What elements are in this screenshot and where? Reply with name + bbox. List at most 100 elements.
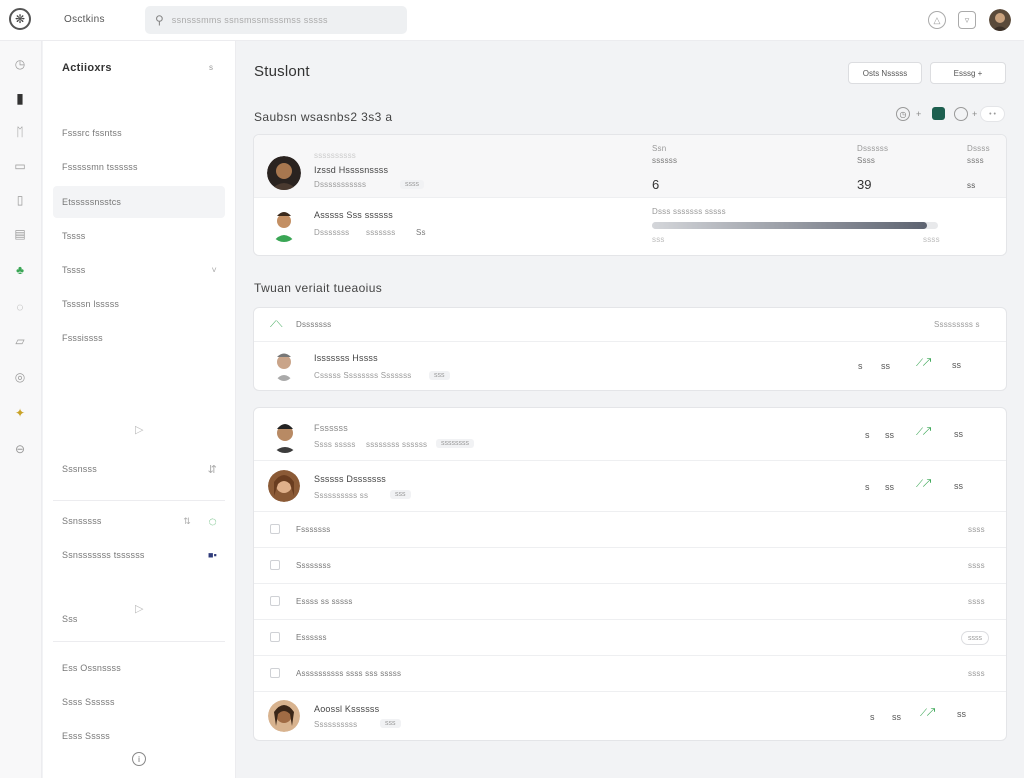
row-col-a: s <box>858 361 863 371</box>
row-checkbox[interactable] <box>270 668 280 678</box>
mail-icon[interactable]: ▿ <box>958 11 976 29</box>
side-item-label: Tssss <box>62 231 86 241</box>
row-right-pill[interactable]: ssss <box>961 631 989 645</box>
row-checkbox[interactable] <box>270 596 280 606</box>
side-item[interactable]: Tssssn lsssss <box>53 288 225 320</box>
page-title: Stuslont <box>254 63 310 80</box>
side-item[interactable]: Sssnsss ⇵ <box>53 453 225 485</box>
side-item[interactable]: Tssss <box>53 220 225 252</box>
side-item[interactable]: Ess Ossnssss <box>53 652 225 684</box>
user-avatar[interactable] <box>989 9 1011 31</box>
side-item-label: Etsssssnsstcs <box>62 197 122 207</box>
more-icon[interactable]: • • <box>980 106 1005 122</box>
side-item[interactable]: Esss Sssss <box>53 720 225 752</box>
row-chip-2: ssssssss <box>436 439 474 448</box>
calendar-icon[interactable]: ▤ <box>11 225 29 243</box>
row-name[interactable]: Fssssss <box>314 423 348 433</box>
gauge-icon[interactable]: ◎ <box>11 368 29 386</box>
row-col-c[interactable]: ss <box>957 709 966 719</box>
row-col-b: ss <box>885 430 894 440</box>
row-meta: Csssss Ssssssss Sssssss <box>314 371 412 380</box>
row-col-c[interactable]: ss <box>954 481 963 491</box>
grid-view-icon[interactable] <box>932 107 945 120</box>
progress-label: Dsss sssssss sssss <box>652 207 726 216</box>
avatar <box>268 470 300 502</box>
people-list-card: Fssssss Ssss sssss ssssssss ssssss sssss… <box>253 407 1007 741</box>
avatar <box>270 419 300 453</box>
row-checkbox[interactable] <box>270 524 280 534</box>
row-meta: Ssss sssss <box>314 440 356 449</box>
list-header-label: Dsssssss <box>296 320 332 329</box>
lock-icon[interactable]: ⊖ <box>11 440 29 458</box>
side-item[interactable]: Sss <box>53 603 225 635</box>
primary-button[interactable]: Esssg + <box>930 62 1006 84</box>
side-item-active[interactable]: Etsssssnsstcs <box>53 186 225 218</box>
side-item-label: Fsssissss <box>62 333 103 343</box>
stat-value: 6 <box>652 177 660 192</box>
row-checkbox[interactable] <box>270 560 280 570</box>
clock-icon[interactable]: ◷ <box>896 107 910 121</box>
progress-right: ssss <box>923 235 940 244</box>
row-checkbox[interactable] <box>270 632 280 642</box>
row-col-a: s <box>865 430 870 440</box>
side-item[interactable]: Ssnsssssss tssssss ■▪ <box>53 539 225 571</box>
users-icon[interactable]: ᛖ <box>11 123 29 141</box>
tag-icon[interactable]: ◌ <box>11 298 29 316</box>
star-icon[interactable]: ✦ <box>11 404 29 422</box>
stat-value: ss <box>967 181 976 190</box>
cursor-icon: ▷ <box>135 424 144 436</box>
bookmark-icon[interactable]: ▮ <box>11 89 29 107</box>
avatar <box>267 156 301 190</box>
chat-icon[interactable]: ▱ <box>11 332 29 350</box>
secondary-button[interactable]: Osts Nsssss <box>848 62 922 84</box>
person-chip: ssss <box>400 180 424 189</box>
side-item[interactable]: Fsssssmn tssssss <box>53 151 225 183</box>
stat-sub: ssssss <box>652 156 678 165</box>
row-col-a: s <box>870 712 875 722</box>
progress-left: sss <box>652 235 665 244</box>
row-name[interactable]: Aoossl Kssssss <box>314 704 379 714</box>
row-name[interactable]: Isssssss Hssss <box>314 353 378 363</box>
add-icon[interactable]: + <box>916 109 921 119</box>
info-icon[interactable]: i <box>132 752 146 766</box>
search-input[interactable]: ⚲ ssnsssmms ssnsmssmsssmss sssss <box>145 6 407 34</box>
info-circle-icon[interactable] <box>954 107 968 121</box>
person-chip: sssssss <box>366 228 396 237</box>
row-right: ssss <box>968 597 985 606</box>
history-icon[interactable]: ◷ <box>11 55 29 73</box>
chevron-down-icon: ˅ <box>211 265 217 275</box>
row-col-b: ss <box>881 361 890 371</box>
sparkline-icon: ⟋↗ <box>916 479 931 490</box>
icon-rail: ◷ ▮ ᛖ ▭ ▯ ▤ ♣ ◌ ▱ ◎ ✦ ⊖ <box>0 41 42 778</box>
person-top: ssssssssss <box>314 151 356 160</box>
folder-icon[interactable]: ▭ <box>11 157 29 175</box>
network-icon[interactable]: ♣ <box>11 261 29 279</box>
list-header-right[interactable]: Sssssssss s <box>934 320 980 329</box>
side-item[interactable]: Fsssrc fssntss <box>53 117 225 149</box>
person-name[interactable]: Asssss Sss ssssss <box>314 210 393 220</box>
side-item-label: Ess Ossnssss <box>62 663 121 673</box>
side-item-label: Tssss <box>62 265 86 275</box>
side-item[interactable]: Tssss ˅ <box>53 254 225 286</box>
app-logo-icon[interactable]: ❋ <box>9 8 31 30</box>
add-icon[interactable]: + <box>972 109 977 119</box>
bell-icon[interactable]: △ <box>928 11 946 29</box>
summary-card: ssssssssss Izssd Hssssnssss Dsssssssssss… <box>253 134 1007 256</box>
sparkline-icon: ⟋↗ <box>920 708 935 719</box>
person-name[interactable]: Izssd Hssssnssss <box>314 165 388 175</box>
side-panel-menu[interactable]: s <box>209 63 213 72</box>
document-icon[interactable]: ▯ <box>11 191 29 209</box>
side-item[interactable]: Ssnsssss ⇅ ◌ <box>53 505 225 537</box>
row-col-c[interactable]: ss <box>952 360 961 370</box>
row-col-b: ss <box>892 712 901 722</box>
side-panel: Actiioxrs s Fsssrc fssntss Fsssssmn tsss… <box>43 41 236 778</box>
row-meta: Ssssssssss <box>314 720 358 729</box>
row-name[interactable]: Ssssss Dsssssss <box>314 474 386 484</box>
row-label: Essss ss sssss <box>296 597 353 606</box>
side-item[interactable]: Fsssissss <box>53 322 225 354</box>
row-col-b: ss <box>885 482 894 492</box>
side-item[interactable]: Ssss Ssssss <box>53 686 225 718</box>
sort-icon: ⇵ <box>207 463 217 476</box>
stat-label: Dssssss <box>857 144 889 153</box>
row-col-c[interactable]: ss <box>954 429 963 439</box>
